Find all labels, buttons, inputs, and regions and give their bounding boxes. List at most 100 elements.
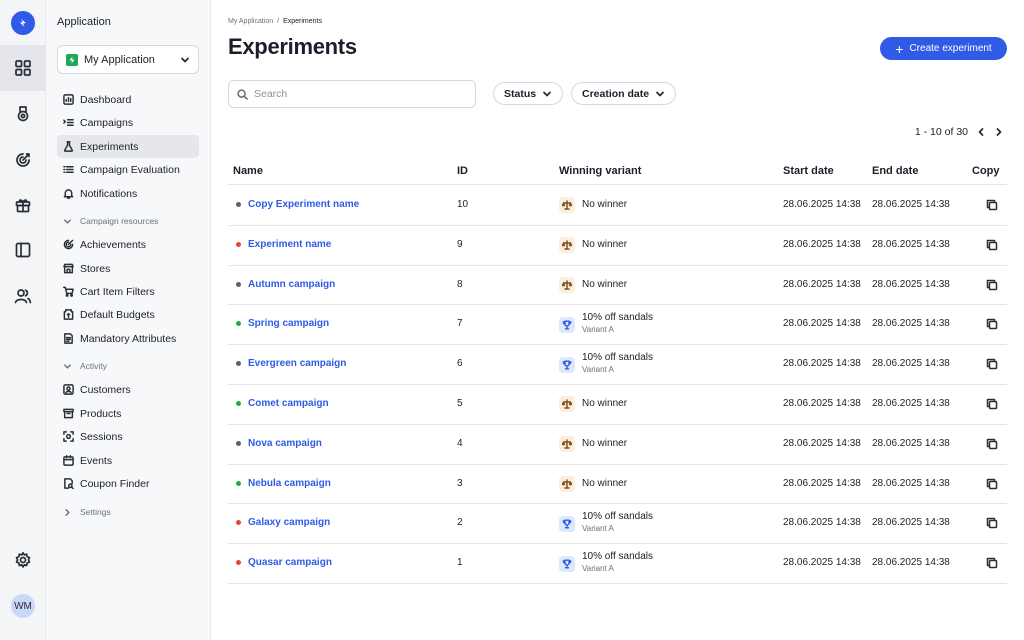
- start-date-cell: 28.06.2025 14:38: [783, 517, 861, 529]
- winner-label: 10% off sandals: [582, 312, 653, 324]
- experiment-name-link[interactable]: Evergreen campaign: [248, 358, 346, 369]
- campaigns-icon: [63, 119, 74, 126]
- id-cell: 10: [457, 198, 469, 210]
- status-dot-icon: [236, 520, 241, 526]
- experiment-name-link[interactable]: Comet campaign: [248, 398, 329, 409]
- sidebar-item-notifications[interactable]: Notifications: [57, 182, 199, 205]
- table-header-divider: [228, 184, 1007, 185]
- column-header-start-date[interactable]: Start date: [783, 165, 834, 177]
- column-header-id[interactable]: ID: [457, 165, 468, 177]
- badge-icon[interactable]: [0, 91, 46, 137]
- sidebar-item-label: Coupon Finder: [80, 477, 150, 490]
- winning-variant-cell: 10% off sandals Variant A: [559, 312, 653, 334]
- name-cell: Autumn campaign: [236, 279, 335, 290]
- sidebar-item-label: Products: [80, 407, 122, 420]
- section-campaign-resources[interactable]: Campaign resources: [57, 213, 199, 229]
- variant-label: Variant A: [582, 524, 614, 534]
- copy-icon: [986, 199, 998, 211]
- trophy-icon: [559, 516, 575, 533]
- target-icon[interactable]: [0, 137, 46, 183]
- section-settings[interactable]: Settings: [57, 504, 199, 520]
- experiment-name-link[interactable]: Nebula campaign: [248, 478, 331, 489]
- sidebar-item-experiments[interactable]: Experiments: [57, 135, 199, 158]
- sidebar-item-campaigns[interactable]: Campaigns: [57, 111, 199, 134]
- winning-variant-text: No winner: [582, 279, 627, 290]
- winning-variant-text: 10% off sandals Variant A: [582, 352, 653, 374]
- sidebar-item-sessions[interactable]: Sessions: [57, 425, 199, 448]
- nav-panel: Application My Application Dashboard Cam…: [46, 0, 211, 640]
- section-label: Settings: [80, 507, 111, 517]
- id-cell: 1: [457, 557, 463, 569]
- breadcrumb-parent[interactable]: My Application: [228, 18, 273, 25]
- start-date-cell: 28.06.2025 14:38: [783, 318, 861, 330]
- sidebar-item-cart-item-filters[interactable]: Cart Item Filters: [57, 280, 199, 303]
- logo-icon[interactable]: [11, 11, 35, 35]
- creation-date-filter[interactable]: Creation date: [571, 82, 677, 105]
- winning-variant-cell: No winner: [559, 475, 627, 492]
- book-icon[interactable]: [0, 227, 46, 273]
- copy-button[interactable]: [986, 318, 998, 333]
- sidebar-item-mandatory-attributes[interactable]: Mandatory Attributes: [57, 327, 199, 350]
- chevron-down-icon: [64, 218, 71, 224]
- experiment-name-link[interactable]: Nova campaign: [248, 438, 322, 449]
- status-dot-icon: [236, 361, 241, 367]
- apps-grid-icon[interactable]: [0, 45, 46, 91]
- sidebar-item-customers[interactable]: Customers: [57, 378, 199, 401]
- search-box: [228, 80, 476, 108]
- end-date-cell: 28.06.2025 14:38: [872, 477, 950, 489]
- start-date-cell: 28.06.2025 14:38: [783, 358, 861, 370]
- copy-button[interactable]: [986, 557, 998, 572]
- start-date-cell: 28.06.2025 14:38: [783, 477, 861, 489]
- experiment-name-link[interactable]: Spring campaign: [248, 318, 329, 329]
- sidebar-item-dashboard[interactable]: Dashboard: [57, 88, 199, 111]
- avatar[interactable]: WM: [11, 594, 35, 618]
- experiment-name-link[interactable]: Quasar campaign: [248, 557, 332, 568]
- sidebar-item-coupon-finder[interactable]: Coupon Finder: [57, 472, 199, 495]
- copy-button[interactable]: [986, 398, 998, 413]
- end-date-cell: 28.06.2025 14:38: [872, 358, 950, 370]
- sidebar-item-default-budgets[interactable]: Default Budgets: [57, 303, 199, 326]
- sidebar-item-label: Dashboard: [80, 93, 132, 106]
- column-header-end-date[interactable]: End date: [872, 165, 918, 177]
- sidebar-item-events[interactable]: Events: [57, 449, 199, 472]
- copy-button[interactable]: [986, 358, 998, 373]
- end-date-cell: 28.06.2025 14:38: [872, 557, 950, 569]
- start-date-cell: 28.06.2025 14:38: [783, 557, 861, 569]
- experiment-name-link[interactable]: Autumn campaign: [248, 279, 335, 290]
- copy-button[interactable]: [986, 438, 998, 453]
- section-activity[interactable]: Activity: [57, 358, 199, 374]
- experiment-name-link[interactable]: Copy Experiment name: [248, 199, 359, 210]
- copy-button[interactable]: [986, 199, 998, 214]
- gear-icon[interactable]: [0, 537, 46, 583]
- sidebar-item-products[interactable]: Products: [57, 402, 199, 425]
- column-header-winning-variant[interactable]: Winning variant: [559, 165, 641, 177]
- create-experiment-label: Create experiment: [909, 43, 992, 54]
- sidebar-item-campaign-evaluation[interactable]: Campaign Evaluation: [57, 158, 199, 181]
- copy-button[interactable]: [986, 517, 998, 532]
- chevron-right-icon[interactable]: [994, 127, 1004, 137]
- gift-icon[interactable]: [0, 182, 46, 228]
- users-icon[interactable]: [0, 273, 46, 319]
- start-date-cell: 28.06.2025 14:38: [783, 437, 861, 449]
- app-select[interactable]: My Application: [57, 45, 199, 74]
- copy-icon: [986, 239, 998, 250]
- sidebar-item-achievements[interactable]: Achievements: [57, 233, 199, 256]
- status-filter[interactable]: Status: [493, 82, 564, 105]
- create-experiment-button[interactable]: + Create experiment: [880, 37, 1007, 60]
- chevron-left-icon[interactable]: [976, 127, 986, 137]
- search-input[interactable]: [254, 88, 454, 100]
- row-divider: [228, 503, 1007, 504]
- start-date-cell: 28.06.2025 14:38: [783, 278, 861, 290]
- sidebar-item-stores[interactable]: Stores: [57, 257, 199, 280]
- experiment-name-link[interactable]: Galaxy campaign: [248, 517, 330, 528]
- copy-button[interactable]: [986, 478, 998, 493]
- copy-button[interactable]: [986, 279, 998, 294]
- column-header-name[interactable]: Name: [233, 165, 263, 177]
- winning-variant-text: No winner: [582, 239, 627, 250]
- winning-variant-cell: 10% off sandals Variant A: [559, 352, 653, 374]
- end-date-cell: 28.06.2025 14:38: [872, 198, 950, 210]
- variant-label: Variant A: [582, 365, 614, 375]
- copy-button[interactable]: [986, 239, 998, 254]
- chevron-down-icon: [543, 91, 551, 96]
- experiment-name-link[interactable]: Experiment name: [248, 239, 331, 250]
